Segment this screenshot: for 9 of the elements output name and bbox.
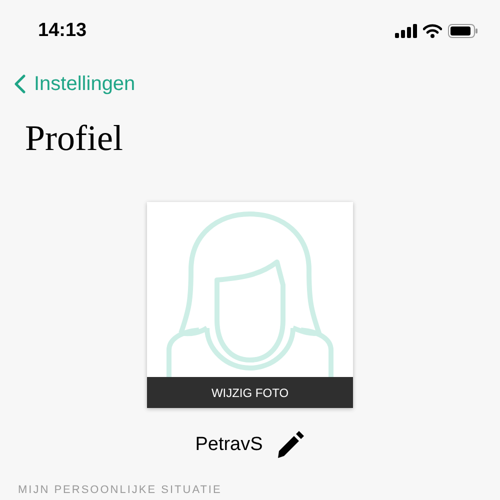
page-title: Profiel bbox=[24, 117, 124, 160]
section-header: MIJN PERSOONLIJKE SITUATIE bbox=[18, 482, 222, 498]
battery-icon bbox=[448, 24, 478, 38]
chevron-left-icon bbox=[14, 74, 26, 94]
change-photo-button[interactable]: WIJZIG FOTO bbox=[147, 377, 353, 408]
status-time: 14:13 bbox=[38, 18, 87, 43]
wifi-icon bbox=[423, 24, 442, 38]
username: PetravS bbox=[195, 432, 263, 457]
signal-icon bbox=[395, 24, 417, 38]
